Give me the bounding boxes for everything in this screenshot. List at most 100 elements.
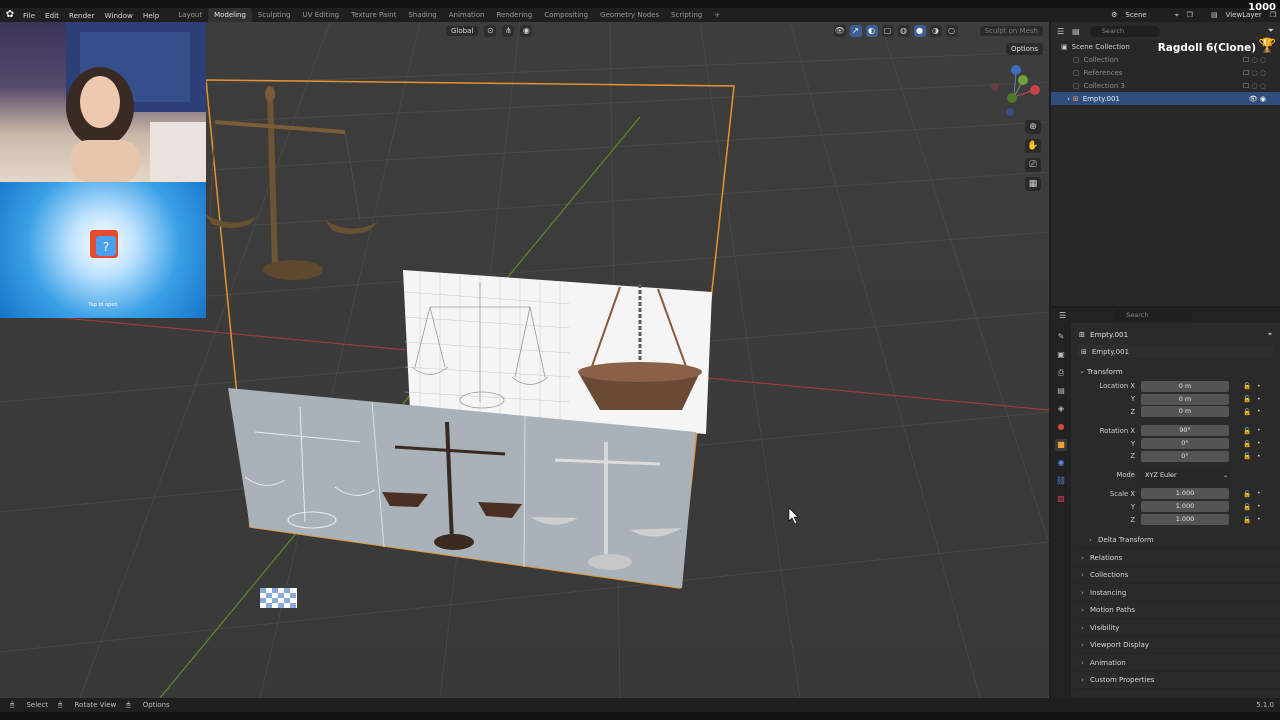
properties-search-input[interactable]: Search [1114, 310, 1193, 321]
tab-scripting[interactable]: Scripting [665, 8, 708, 22]
object-name-field[interactable]: ⊞ Empty.001 [1077, 345, 1273, 358]
viewport-display-panel[interactable]: › Viewport Display [1073, 637, 1280, 655]
xray-icon[interactable]: ▢ [881, 25, 894, 37]
location-x-field[interactable]: 0 m [1141, 380, 1229, 392]
outliner-editor-icon[interactable]: ☰ [1057, 27, 1064, 36]
tab-compositing[interactable]: Compositing [538, 8, 594, 22]
add-workspace-button[interactable]: + [708, 8, 726, 22]
outliner-search-input[interactable]: Search [1089, 25, 1160, 37]
relations-panel[interactable]: › Relations [1073, 549, 1280, 567]
rotation-mode-dropdown[interactable]: XYZ Euler [1141, 469, 1229, 481]
menu-window[interactable]: Window [100, 11, 138, 20]
keyframe-icon[interactable]: • [1257, 427, 1261, 434]
keyframe-icon[interactable]: • [1257, 440, 1261, 447]
menu-help[interactable]: Help [138, 11, 164, 20]
pivot-icon[interactable]: ⊙ [484, 25, 497, 37]
lock-icon[interactable]: 🔓 [1243, 427, 1251, 435]
visibility-icon[interactable]: ☐ ◌ ◌ [1243, 69, 1266, 77]
location-z-field[interactable]: 0 m [1141, 406, 1229, 418]
copy-icon[interactable]: ❐ [1183, 11, 1197, 19]
visibility-icon[interactable]: ☐ ◌ ◌ [1243, 82, 1266, 90]
gizmo-toggle-icon[interactable]: ↗ [849, 25, 862, 37]
snap-icon[interactable]: ⋔ [502, 25, 515, 37]
visibility-icon[interactable]: 👁 [833, 25, 846, 37]
lock-icon[interactable]: 🔓 [1243, 382, 1251, 390]
image-empty-icon[interactable] [260, 588, 297, 608]
tab-modeling[interactable]: Modeling [208, 8, 252, 22]
wireframe-shading-icon[interactable]: ◍ [897, 25, 910, 37]
rotation-z-field[interactable]: 0° [1141, 450, 1229, 462]
zoom-icon[interactable]: ⊕ [1025, 120, 1041, 134]
custom-properties-panel[interactable]: › Custom Properties [1073, 672, 1280, 690]
keyframe-icon[interactable]: • [1257, 453, 1261, 460]
filter-icon[interactable]: ⏷ [1268, 26, 1274, 36]
lock-icon[interactable]: 🔓 [1243, 408, 1251, 416]
lock-icon[interactable]: 🔓 [1243, 490, 1251, 498]
pan-hand-icon[interactable]: ✋ [1025, 139, 1041, 153]
lock-icon[interactable]: 🔓 [1243, 395, 1251, 403]
keyframe-icon[interactable]: • [1257, 396, 1261, 403]
animation-panel[interactable]: › Animation [1073, 654, 1280, 672]
motion-paths-panel[interactable]: › Motion Paths [1073, 602, 1280, 620]
scene-selector[interactable]: Scene [1121, 11, 1150, 19]
tab-sculpting[interactable]: Sculpting [252, 8, 297, 22]
world-tab-icon[interactable]: ● [1055, 421, 1067, 433]
instancing-panel[interactable]: › Instancing [1073, 584, 1280, 602]
blender-logo-icon[interactable]: ✿ [4, 9, 16, 21]
display-mode-icon[interactable]: ▤ [1072, 27, 1080, 36]
view-layer-tab-icon[interactable]: ▤ [1055, 385, 1067, 397]
menu-edit[interactable]: Edit [40, 11, 64, 20]
tab-rendering[interactable]: Rendering [490, 8, 538, 22]
rendered-shading-icon[interactable]: ○ [945, 25, 958, 37]
physics-tab-icon[interactable]: ◉ [1055, 457, 1067, 469]
lock-icon[interactable]: 🔓 [1243, 440, 1251, 448]
camera-icon[interactable]: ⎚ [1025, 158, 1041, 172]
tab-geometry-nodes[interactable]: Geometry Nodes [594, 8, 665, 22]
visibility-panel[interactable]: › Visibility [1073, 619, 1280, 637]
lock-icon[interactable]: 🔓 [1243, 503, 1251, 511]
collections-panel[interactable]: › Collections [1073, 567, 1280, 585]
keyframe-icon[interactable]: • [1257, 503, 1261, 510]
rotation-y-field[interactable]: 0° [1141, 438, 1229, 450]
tab-shading[interactable]: Shading [402, 8, 442, 22]
tab-layout[interactable]: Layout [172, 8, 208, 22]
keyframe-icon[interactable]: • [1257, 490, 1261, 497]
transform-panel-header[interactable]: ⌄ Transform [1073, 362, 1280, 380]
lock-icon[interactable]: 🔓 [1243, 516, 1251, 524]
transform-orientation-dropdown[interactable]: Global [446, 26, 479, 36]
grid-view-icon[interactable]: ▦ [1025, 177, 1041, 191]
solid-shading-icon[interactable]: ● [913, 25, 926, 37]
tab-texture-paint[interactable]: Texture Paint [345, 8, 402, 22]
properties-editor-icon[interactable]: ☰ [1059, 311, 1066, 320]
list-item[interactable]: › ⊞ Empty.001 👁 ◉ [1051, 92, 1280, 105]
list-item[interactable]: ▢ References ☐ ◌ ◌ [1051, 66, 1280, 79]
keyframe-icon[interactable]: • [1257, 383, 1261, 390]
scale-x-field[interactable]: 1.000 [1141, 488, 1229, 500]
tool-tab-icon[interactable]: ✎ [1055, 331, 1067, 343]
keyframe-icon[interactable]: • [1257, 516, 1261, 523]
pin-icon[interactable]: ⌖ [1268, 329, 1272, 339]
rotation-x-field[interactable]: 90° [1141, 425, 1229, 437]
pin-icon[interactable]: ⌖ [1171, 11, 1183, 20]
tab-animation[interactable]: Animation [443, 8, 491, 22]
scene-tab-icon[interactable]: ◈ [1055, 403, 1067, 415]
list-item[interactable]: ▢ Collection 3 ☐ ◌ ◌ [1051, 79, 1280, 92]
lock-icon[interactable]: 🔓 [1243, 452, 1251, 460]
menu-file[interactable]: File [18, 11, 40, 20]
keyframe-icon[interactable]: • [1257, 408, 1261, 415]
delta-transform-panel[interactable]: › Delta Transform [1073, 532, 1280, 550]
location-y-field[interactable]: 0 m [1141, 393, 1229, 405]
sculpt-on-mesh-label[interactable]: Sculpt on Mesh [979, 26, 1043, 36]
tab-uv-editing[interactable]: UV Editing [297, 8, 346, 22]
menu-render[interactable]: Render [64, 11, 100, 20]
render-tab-icon[interactable]: ▣ [1055, 349, 1067, 361]
eye-icon[interactable]: 👁 ◉ [1249, 95, 1266, 103]
expand-chevron-icon[interactable]: › [1067, 95, 1070, 103]
material-shading-icon[interactable]: ◑ [929, 25, 942, 37]
scale-y-field[interactable]: 1.000 [1141, 501, 1229, 513]
constraints-tab-icon[interactable]: ⛓ [1055, 475, 1067, 487]
visibility-icon[interactable]: ☐ ◌ ◌ [1243, 56, 1266, 64]
proportional-edit-icon[interactable]: ◉ [520, 25, 533, 37]
viewport-options-button[interactable]: Options [1005, 43, 1043, 55]
overlay-toggle-icon[interactable]: ◐ [865, 25, 878, 37]
